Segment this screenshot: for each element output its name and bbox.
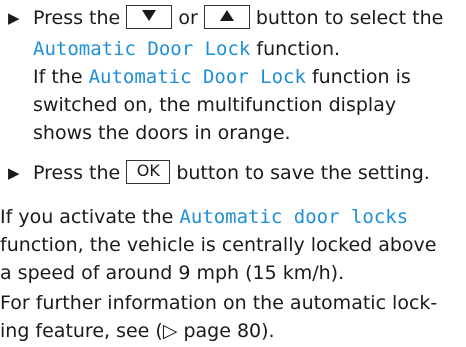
step-text: button to save the setting.: [176, 162, 430, 184]
step-text: function.: [256, 38, 341, 60]
paragraph-text: If you activate the: [0, 206, 174, 228]
instruction-step-1-line-4: switched on, the multifunction display: [33, 94, 397, 116]
paragraph-1-line-3: a speed of around 9 mph (15 km/h).: [0, 262, 345, 284]
down-arrow-icon: [142, 10, 157, 21]
paragraph-2-line-2: ing feature, see (▷ page 80).: [0, 320, 275, 342]
step-text: Press the: [33, 162, 121, 184]
instruction-step-1-line-3: If the Automatic Door Lock function is: [33, 62, 411, 92]
paragraph-1-line-1: If you activate the Automatic door locks: [0, 202, 408, 232]
instruction-step-1-line-5: shows the doors in orange.: [33, 122, 291, 144]
step-text: function is: [311, 66, 411, 88]
step-text: If the: [33, 66, 83, 88]
step-text: or: [178, 7, 198, 29]
function-name: Automatic Door Lock: [33, 38, 251, 60]
step-text: button to select the: [255, 7, 444, 29]
function-name: Automatic door locks: [179, 206, 409, 228]
bullet-triangle-icon: ▶: [8, 164, 20, 182]
step-text: Press the: [33, 7, 121, 29]
ok-button-key: OK: [126, 160, 171, 184]
down-button-key: [126, 5, 173, 29]
instruction-step-1-line-2: Automatic Door Lock function.: [33, 34, 340, 64]
up-arrow-icon: [219, 10, 234, 21]
up-button-key: [203, 5, 250, 29]
paragraph-1-line-2: function, the vehicle is centrally locke…: [0, 234, 437, 256]
paragraph-2-line-1: For further information on the automatic…: [0, 292, 438, 314]
bullet-triangle-icon: ▶: [8, 9, 20, 27]
function-name: Automatic Door Lock: [88, 66, 306, 88]
